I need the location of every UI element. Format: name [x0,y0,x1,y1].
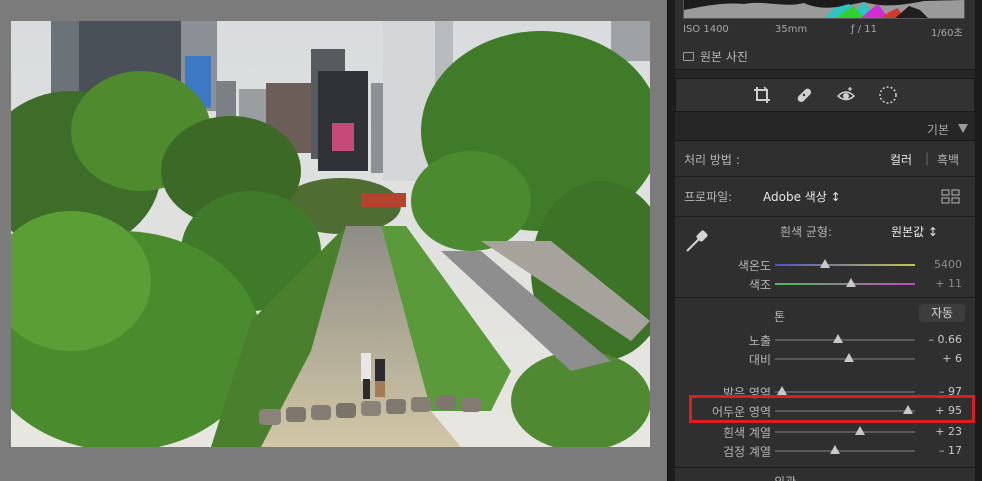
original-photo-label: 원본 사진 [700,50,748,64]
histogram-panel: ISO 1400 35mm ƒ / 11 1/60초 원본 사진 [675,0,975,70]
focal-length-readout: 35mm [775,24,808,35]
contrast-value[interactable]: + 6 [942,352,962,365]
basic-panel: 처리 방법 : 컬러 | 흑백 프로파일: Adobe 색상 ↕ 흰색 균형: … [675,140,975,481]
tool-strip [675,78,975,112]
separator [675,176,975,177]
white-balance-dropdown[interactable]: 원본값 ↕ [891,223,938,240]
aperture-readout: ƒ / 11 [851,24,877,35]
panel-scrollbar[interactable] [975,0,982,481]
profile-browser-grid-icon[interactable] [941,189,961,208]
blacks-track [775,450,915,452]
photo-canvas [0,0,667,481]
profile-row: 프로파일: Adobe 색상 ↕ [675,188,975,208]
tone-label: 톤 [774,310,786,324]
histogram[interactable] [683,0,965,19]
white-balance-label: 흰색 균형: [780,225,833,239]
blacks-value[interactable]: – 17 [939,444,962,457]
whites-value[interactable]: + 23 [935,425,962,438]
contrast-label: 대비 [748,353,771,367]
temp-thumb[interactable] [820,259,831,268]
whites-thumb[interactable] [855,426,866,435]
crop-icon[interactable] [751,84,773,106]
treatment-bw-option[interactable]: 흑백 [937,151,959,168]
section-title: 기본 [926,123,949,137]
shadows-track [775,410,915,412]
profile-dropdown[interactable]: Adobe 색상 ↕ [763,188,841,205]
original-photo-toggle[interactable]: 원본 사진 [683,48,748,65]
shadows-slider[interactable] [775,405,915,414]
temp-label: 색온도 [737,259,771,273]
exposure-thumb[interactable] [833,334,843,343]
separator [675,216,975,217]
temp-slider[interactable] [775,259,915,268]
separator [675,297,975,298]
white-balance-eyedropper-icon[interactable] [683,227,711,258]
separator [675,467,975,468]
white-balance-group: 흰색 균형: 원본값 ↕ 색온도 5400 색조 + 11 [675,221,975,301]
shutter-readout: 1/60초 [931,28,963,39]
treatment-color-option[interactable]: 컬러 [890,151,912,168]
profile-label: 프로파일: [684,190,733,204]
highlights-label: 밝은 영역 [723,386,771,400]
exposure-slider[interactable] [775,334,915,343]
highlights-thumb[interactable] [777,386,787,395]
whites-track [775,431,915,433]
highlights-value[interactable]: – 97 [939,385,962,398]
presence-label: 외관 [774,473,796,481]
whites-slider[interactable] [775,426,915,435]
heal-bandage-icon[interactable] [793,84,815,106]
tint-thumb[interactable] [845,278,856,287]
exposure-value[interactable]: – 0.66 [929,333,963,346]
temp-track [775,264,915,266]
masking-icon[interactable] [877,84,899,106]
treatment-label: 처리 방법 : [684,153,740,167]
shadows-value[interactable]: + 95 [935,404,962,417]
contrast-thumb[interactable] [844,353,855,362]
blacks-thumb[interactable] [830,445,841,454]
basic-section-header[interactable]: 기본 [675,118,975,140]
blacks-label: 검정 계열 [723,445,771,459]
tint-value[interactable]: + 11 [935,277,962,290]
shadows-label: 어두운 영역 [711,405,771,419]
red-eye-icon[interactable] [835,84,857,106]
city-stream-photo [11,21,650,447]
temp-value[interactable]: 5400 [934,258,962,271]
collapse-triangle-icon[interactable] [958,124,968,133]
contrast-slider[interactable] [775,353,915,362]
whites-label: 흰색 계열 [723,426,771,440]
treatment-row: 처리 방법 : 컬러 | 흑백 [675,151,975,171]
tint-label: 색조 [748,278,771,292]
tint-slider[interactable] [775,278,915,287]
blacks-slider[interactable] [775,445,915,454]
highlights-slider[interactable] [775,386,915,395]
shadows-thumb[interactable] [903,405,913,414]
panel-divider[interactable] [667,0,675,481]
exposure-track [775,339,915,341]
edited-photo [11,21,650,447]
develop-panel: ISO 1400 35mm ƒ / 11 1/60초 원본 사진 기본 처리 방… [675,0,982,481]
checkbox-icon[interactable] [683,52,694,61]
iso-readout: ISO 1400 [683,24,729,35]
treatment-separator: | [925,151,930,165]
auto-tone-button[interactable]: 자동 [919,304,965,322]
exposure-label: 노출 [748,334,771,348]
highlights-track [775,391,915,393]
